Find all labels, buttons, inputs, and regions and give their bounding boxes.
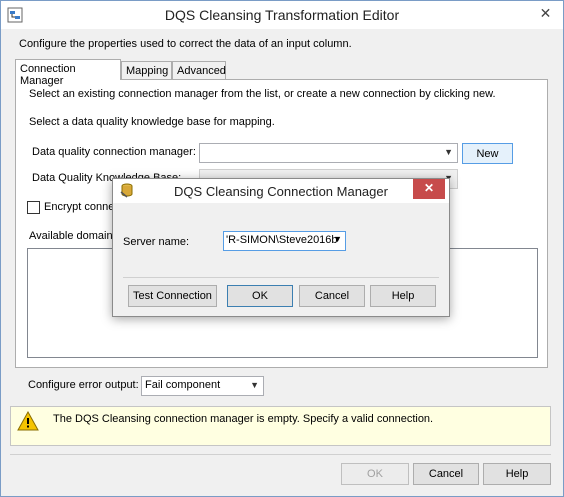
dialog-title-bar[interactable]: DQS Cleansing Connection Manager ✕	[113, 179, 449, 203]
close-icon[interactable]: ✕	[529, 1, 562, 25]
help-button[interactable]: Help	[483, 463, 551, 485]
available-domains-label: Available domains:	[29, 230, 122, 242]
server-name-label: Server name:	[123, 236, 190, 248]
window-title: DQS Cleansing Transformation Editor	[164, 7, 400, 23]
dq-connection-select[interactable]: ▼	[199, 143, 458, 163]
tab-mapping[interactable]: Mapping	[121, 61, 172, 79]
server-name-value: 'R-SIMON\Steve2016b	[226, 234, 338, 246]
warning-message: The DQS Cleansing connection manager is …	[53, 413, 434, 425]
error-output-select[interactable]: Fail component ▼	[141, 376, 264, 396]
dialog-cancel-button[interactable]: Cancel	[299, 285, 365, 307]
editor-description: Configure the properties used to correct…	[19, 38, 352, 50]
warning-bar: The DQS Cleansing connection manager is …	[10, 406, 551, 446]
error-output-value: Fail component	[145, 379, 221, 391]
cancel-button[interactable]: Cancel	[413, 463, 479, 485]
tab-advanced[interactable]: Advanced	[172, 61, 226, 79]
title-bar[interactable]: DQS Cleansing Transformation Editor ✕	[1, 1, 563, 29]
encrypt-checkbox[interactable]	[27, 201, 40, 214]
footer-divider	[10, 454, 551, 455]
connection-manager-dialog: DQS Cleansing Connection Manager ✕ Serve…	[112, 178, 450, 317]
close-icon[interactable]: ✕	[413, 179, 445, 199]
dialog-title: DQS Cleansing Connection Manager	[174, 184, 388, 199]
chevron-down-icon: ▼	[250, 380, 259, 390]
tab-connection-manager[interactable]: Connection Manager	[15, 59, 121, 87]
chevron-down-icon: ▼	[444, 147, 453, 157]
kb-instruction-text: Select a data quality knowledge base for…	[29, 116, 275, 128]
dq-connection-label: Data quality connection manager:	[32, 146, 196, 158]
new-connection-button[interactable]: New	[462, 143, 513, 164]
ok-button[interactable]: OK	[341, 463, 409, 485]
chevron-down-icon: ▼	[333, 234, 342, 244]
dialog-ok-button[interactable]: OK	[227, 285, 293, 307]
warning-icon	[17, 411, 39, 431]
test-connection-button[interactable]: Test Connection	[128, 285, 217, 307]
instruction-text: Select an existing connection manager fr…	[29, 88, 496, 100]
dialog-divider	[123, 277, 439, 278]
dialog-help-button[interactable]: Help	[370, 285, 436, 307]
dialog-body: Server name: 'R-SIMON\Steve2016b ▼ Test …	[119, 203, 443, 311]
error-output-label: Configure error output:	[28, 379, 139, 391]
server-name-input[interactable]: 'R-SIMON\Steve2016b ▼	[223, 231, 346, 251]
